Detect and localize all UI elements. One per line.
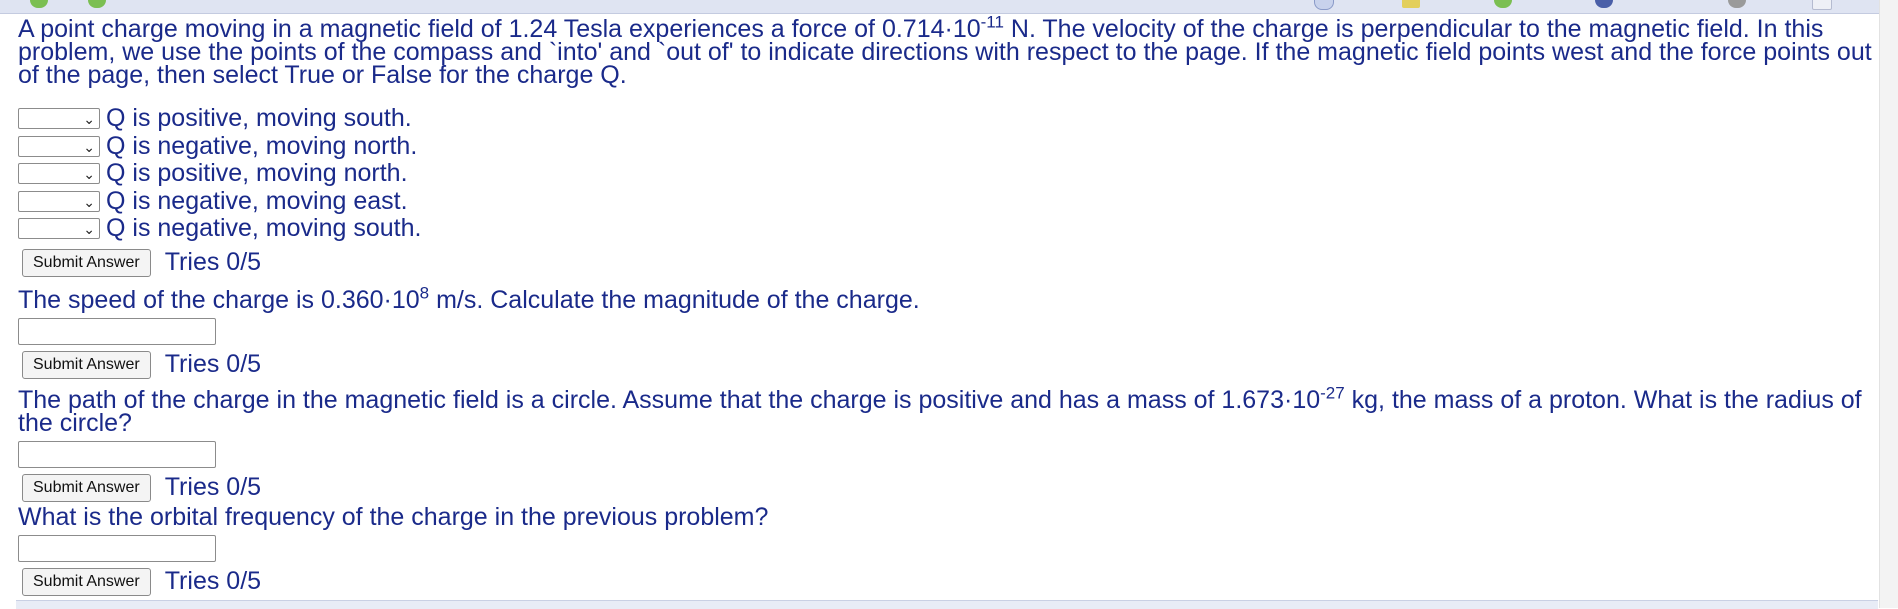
chevron-down-icon: ⌄ xyxy=(83,166,95,183)
submit-answer-button[interactable]: Submit Answer xyxy=(22,350,151,379)
part3-submit-row: Submit Answer Tries 0/5 xyxy=(18,472,1880,504)
page-icon[interactable] xyxy=(1812,0,1832,10)
true-false-select[interactable]: ⌄ xyxy=(18,163,100,185)
scrollbar[interactable] xyxy=(1879,0,1898,608)
tries-counter: Tries 0/5 xyxy=(164,350,262,378)
problem-statement: A point charge moving in a magnetic fiel… xyxy=(18,14,1880,88)
part1-submit-row: Submit Answer Tries 0/5 xyxy=(18,247,1880,279)
choice-row: ⌄ Q is positive, moving south. xyxy=(18,104,1880,133)
circle-icon[interactable] xyxy=(1314,0,1334,10)
choice-label: Q is positive, moving north. xyxy=(106,159,408,188)
chevron-down-icon: ⌄ xyxy=(83,221,95,238)
tries-counter: Tries 0/5 xyxy=(164,473,262,501)
choice-label: Q is negative, moving south. xyxy=(106,214,422,243)
choice-label: Q is negative, moving east. xyxy=(106,186,408,215)
back-arrow-icon[interactable] xyxy=(30,0,48,8)
frequency-answer-input[interactable] xyxy=(18,534,216,562)
part4-question: What is the orbital frequency of the cha… xyxy=(18,502,769,531)
choice-label: Q is negative, moving north. xyxy=(106,131,418,160)
choice-row: ⌄ Q is positive, moving north. xyxy=(18,159,1880,188)
true-false-select[interactable]: ⌄ xyxy=(18,108,100,130)
part3-question: The path of the charge in the magnetic f… xyxy=(18,384,1880,435)
choice-row: ⌄ Q is negative, moving south. xyxy=(18,214,1880,243)
part3-text-start: The path of the charge in the magnetic f… xyxy=(18,385,1321,414)
force-exponent: -11 xyxy=(980,12,1004,32)
help-icon[interactable] xyxy=(1494,0,1512,8)
submit-answer-button[interactable]: Submit Answer xyxy=(22,567,151,596)
charge-answer-input[interactable] xyxy=(18,317,216,345)
mass-exponent: -27 xyxy=(1320,383,1345,403)
part2-text-start: The speed of the charge is 0.360·10 xyxy=(18,285,420,314)
choice-label: Q is positive, moving south. xyxy=(106,104,412,133)
part2-question: The speed of the charge is 0.360·108 m/s… xyxy=(18,284,1880,314)
chevron-down-icon: ⌄ xyxy=(83,193,95,210)
forward-arrow-icon[interactable] xyxy=(88,0,106,8)
note-icon[interactable] xyxy=(1402,0,1420,8)
tries-counter: Tries 0/5 xyxy=(164,567,262,595)
chevron-down-icon: ⌄ xyxy=(83,111,95,128)
part4-submit-row: Submit Answer Tries 0/5 xyxy=(18,566,1880,598)
tries-counter: Tries 0/5 xyxy=(164,248,262,276)
submit-answer-button[interactable]: Submit Answer xyxy=(22,248,151,277)
true-false-choices: ⌄ Q is positive, moving south. ⌄ Q is ne… xyxy=(18,104,1880,243)
speed-exponent: 8 xyxy=(419,283,430,303)
true-false-select[interactable]: ⌄ xyxy=(18,135,100,157)
true-false-select[interactable]: ⌄ xyxy=(18,190,100,212)
true-false-select[interactable]: ⌄ xyxy=(18,218,100,240)
toolbar-strip xyxy=(0,0,1880,14)
part2-text-end: m/s. Calculate the magnitude of the char… xyxy=(429,285,920,314)
radius-answer-input[interactable] xyxy=(18,440,216,468)
choice-row: ⌄ Q is negative, moving north. xyxy=(18,131,1880,161)
choice-row: ⌄ Q is negative, moving east. xyxy=(18,186,1880,216)
submit-answer-button[interactable]: Submit Answer xyxy=(22,473,151,502)
chevron-down-icon: ⌄ xyxy=(83,138,95,155)
part2-submit-row: Submit Answer Tries 0/5 xyxy=(18,349,1880,381)
people-icon[interactable] xyxy=(1595,0,1613,8)
problem-content: A point charge moving in a magnetic fiel… xyxy=(18,14,1880,598)
printer-icon[interactable] xyxy=(1728,0,1746,8)
